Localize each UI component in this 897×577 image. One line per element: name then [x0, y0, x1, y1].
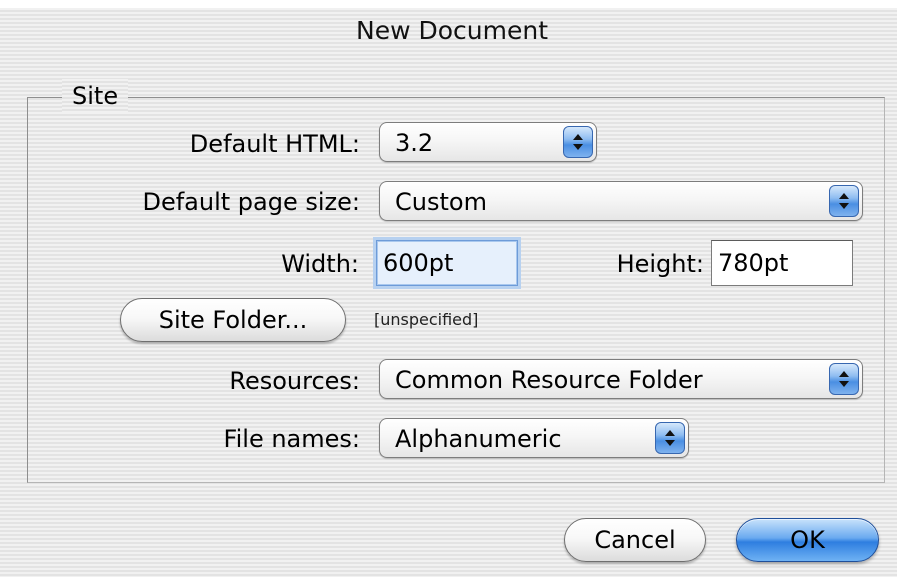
default-html-value: 3.2 — [395, 129, 434, 157]
height-field[interactable]: 780pt — [711, 240, 853, 286]
width-field[interactable]: 600pt — [376, 240, 518, 286]
cancel-button[interactable]: Cancel — [564, 518, 706, 562]
resources-label: Resources: — [229, 367, 360, 395]
ok-button[interactable]: OK — [736, 518, 879, 562]
resources-popup[interactable]: Common Resource Folder — [379, 359, 863, 399]
width-label: Width: — [281, 250, 359, 278]
up-down-arrows-icon — [829, 363, 859, 395]
default-html-label: Default HTML: — [189, 130, 360, 158]
default-page-size-popup[interactable]: Custom — [379, 181, 863, 221]
height-label: Height: — [616, 250, 704, 278]
site-folder-button[interactable]: Site Folder... — [120, 298, 346, 342]
up-down-arrows-icon — [563, 126, 593, 158]
default-page-size-value: Custom — [395, 188, 487, 216]
default-page-size-label: Default page size: — [142, 188, 360, 216]
default-html-popup[interactable]: 3.2 — [379, 122, 597, 162]
file-names-label: File names: — [223, 425, 360, 453]
up-down-arrows-icon — [655, 422, 685, 454]
file-names-popup[interactable]: Alphanumeric — [379, 418, 689, 458]
site-group-label: Site — [62, 79, 129, 113]
resources-value: Common Resource Folder — [395, 366, 703, 394]
site-folder-path: [unspecified] — [374, 310, 479, 329]
up-down-arrows-icon — [829, 185, 859, 217]
file-names-value: Alphanumeric — [395, 425, 562, 453]
window-title: New Document — [356, 16, 548, 45]
window-top-strip — [0, 0, 897, 8]
